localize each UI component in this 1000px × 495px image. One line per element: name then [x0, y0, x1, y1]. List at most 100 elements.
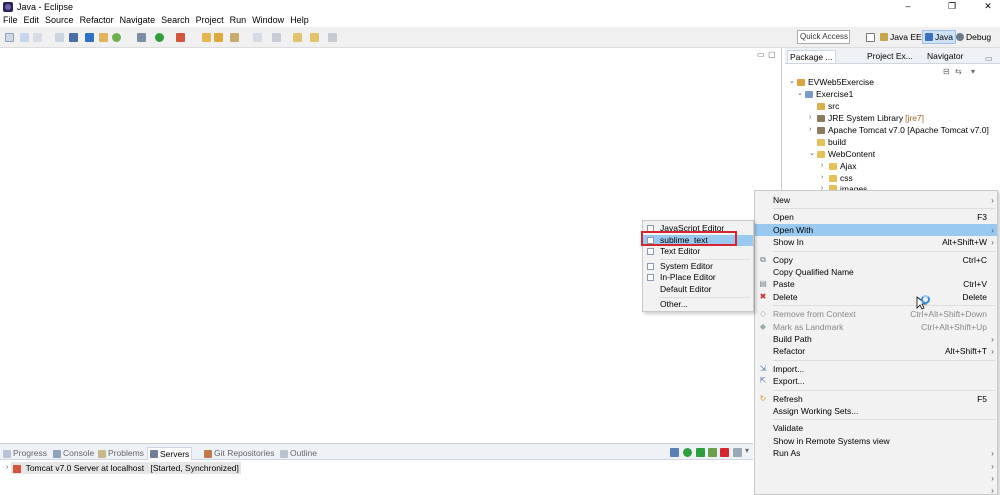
- server-row[interactable]: › Tomcat v7.0 Server at localhost [Start…: [6, 462, 241, 474]
- external-tools-icon[interactable]: [176, 33, 185, 42]
- tab-git-repositories[interactable]: Git Repositories: [204, 447, 274, 460]
- search-tool-icon[interactable]: [230, 33, 239, 42]
- menu-source[interactable]: Source: [45, 15, 74, 25]
- profile-server-icon[interactable]: [696, 448, 705, 457]
- tree-item-jre-library[interactable]: › JRE System Library [jre7]: [809, 112, 924, 124]
- menu-item-refactor[interactable]: Refactor Alt+Shift+T ›: [755, 345, 997, 357]
- print-icon[interactable]: [55, 33, 64, 42]
- menu-item-refresh[interactable]: ↻ Refresh F5: [755, 393, 997, 405]
- tree-item-tomcat-library[interactable]: › Apache Tomcat v7.0 [Apache Tomcat v7.0…: [809, 124, 989, 136]
- open-with-default-editor[interactable]: Default Editor: [643, 284, 753, 295]
- menu-refactor[interactable]: Refactor: [80, 15, 114, 25]
- menu-item-open-with[interactable]: Open With ›: [755, 223, 997, 236]
- menu-item-paste[interactable]: ▤ Paste Ctrl+V: [755, 278, 997, 290]
- tree-item-ajax[interactable]: › Ajax: [821, 160, 857, 172]
- open-type-icon[interactable]: [214, 33, 223, 42]
- progress-icon: [3, 449, 11, 458]
- debug-server-action-icon[interactable]: [670, 448, 679, 457]
- menu-item-copy[interactable]: ⧉ Copy Ctrl+C: [755, 254, 997, 266]
- collapse-all-icon[interactable]: ⊟: [943, 67, 950, 76]
- open-perspective-icon[interactable]: [866, 33, 875, 42]
- run-icon[interactable]: [155, 33, 164, 42]
- menu-item-assign-working-sets[interactable]: Assign Working Sets...: [755, 405, 997, 417]
- debug-server-icon[interactable]: [85, 33, 94, 42]
- menu-bar: File Edit Source Refactor Navigate Searc…: [0, 13, 1000, 27]
- menu-item-export[interactable]: ⇱ Export...: [755, 375, 997, 387]
- terminal-icon[interactable]: [69, 33, 78, 42]
- menu-item-copy-qualified-name[interactable]: Copy Qualified Name: [755, 266, 997, 278]
- open-with-other[interactable]: Other...: [643, 299, 753, 310]
- menu-project[interactable]: Project: [196, 15, 224, 25]
- perspective-debug[interactable]: Debug: [956, 30, 991, 44]
- tab-package-explorer[interactable]: Package ...: [787, 50, 836, 63]
- menu-search[interactable]: Search: [161, 15, 190, 25]
- perspective-java[interactable]: Java: [922, 30, 956, 44]
- quick-access-field[interactable]: Quick Access: [797, 30, 850, 44]
- tree-item-src[interactable]: src: [809, 100, 839, 112]
- bottom-view-menu-icon[interactable]: ▾: [745, 446, 749, 455]
- tree-item-evweb5exercise[interactable]: ⌄ EVWeb5Exercise: [789, 76, 874, 88]
- close-button[interactable]: ✕: [978, 0, 998, 13]
- tab-servers[interactable]: Servers: [147, 447, 193, 460]
- remove-context-icon: ◇: [759, 309, 767, 319]
- start-server-icon[interactable]: [683, 448, 692, 457]
- expand-arrow-icon[interactable]: ›: [6, 462, 8, 474]
- menu-item-mark-as-landmark[interactable]: ◆ Mark as Landmark Ctrl+Alt+Shift+Up: [755, 321, 997, 333]
- new-icon[interactable]: [5, 33, 14, 42]
- tab-problems[interactable]: Problems: [98, 447, 144, 460]
- save-all-icon[interactable]: [33, 33, 42, 42]
- sync-icon[interactable]: [112, 33, 121, 42]
- menu-item-submenu-entry[interactable]: ›: [755, 472, 997, 484]
- menu-item-submenu-entry[interactable]: ›: [755, 460, 997, 472]
- menu-item-submenu-entry[interactable]: ›: [755, 484, 997, 495]
- menu-item-validate[interactable]: Validate: [755, 422, 997, 434]
- open-with-text-editor[interactable]: Text Editor: [643, 246, 753, 257]
- menu-item-show-in-remote-systems-view[interactable]: Show in Remote Systems view: [755, 435, 997, 447]
- menu-item-build-path[interactable]: Build Path ›: [755, 333, 997, 345]
- tree-item-css[interactable]: › css: [821, 172, 853, 184]
- perspective-java-ee[interactable]: Java EE: [880, 30, 922, 44]
- publish-icon[interactable]: [708, 448, 717, 457]
- maximize-button[interactable]: ❐: [942, 0, 962, 13]
- disconnect-icon[interactable]: [733, 448, 742, 457]
- next-annotation-icon[interactable]: [272, 33, 281, 42]
- menu-run[interactable]: Run: [230, 15, 247, 25]
- stop-server-icon[interactable]: [720, 448, 729, 457]
- menu-edit[interactable]: Edit: [24, 15, 40, 25]
- settings-icon[interactable]: [137, 33, 146, 42]
- link-editor-icon[interactable]: ⇆: [955, 67, 962, 76]
- open-with-in-place-editor[interactable]: In-Place Editor: [643, 272, 753, 283]
- tab-navigator[interactable]: Navigator: [925, 50, 965, 63]
- menu-item-import[interactable]: ⇲ Import...: [755, 363, 997, 375]
- tab-project-explorer[interactable]: Project Ex...: [865, 50, 915, 63]
- build-icon[interactable]: [99, 33, 108, 42]
- menu-item-delete[interactable]: ✖ Delete Delete: [755, 291, 997, 303]
- menu-window[interactable]: Window: [252, 15, 284, 25]
- menu-item-open[interactable]: Open F3: [755, 211, 997, 223]
- annotation-icon[interactable]: [253, 33, 262, 42]
- view-menu-icon[interactable]: ▾: [971, 67, 975, 76]
- tree-item-build[interactable]: build: [809, 136, 846, 148]
- open-folder-icon[interactable]: [202, 33, 211, 42]
- menu-item-remove-from-context[interactable]: ◇ Remove from Context Ctrl+Alt+Shift+Down: [755, 308, 997, 320]
- back-icon[interactable]: [293, 33, 302, 42]
- editor-maximize-icon[interactable]: ▢: [768, 50, 776, 59]
- menu-file[interactable]: File: [3, 15, 18, 25]
- menu-item-run-as[interactable]: Run As ›: [755, 447, 997, 459]
- forward-icon[interactable]: [310, 33, 319, 42]
- menu-help[interactable]: Help: [290, 15, 309, 25]
- tab-outline[interactable]: Outline: [280, 447, 317, 460]
- tab-console[interactable]: Console: [53, 447, 94, 460]
- open-with-system-editor[interactable]: System Editor: [643, 261, 753, 272]
- tree-item-webcontent[interactable]: ⌄ WebContent: [809, 148, 875, 160]
- tree-item-exercise1[interactable]: ⌄ Exercise1: [797, 88, 853, 100]
- menu-navigate[interactable]: Navigate: [120, 15, 156, 25]
- editor-minimize-icon[interactable]: ▭: [757, 50, 765, 59]
- explorer-minimize-icon[interactable]: ▭: [985, 54, 993, 63]
- menu-item-new[interactable]: New ›: [755, 194, 997, 206]
- minimize-button[interactable]: –: [898, 0, 918, 13]
- save-icon[interactable]: [20, 33, 29, 42]
- menu-item-show-in[interactable]: Show In Alt+Shift+W ›: [755, 236, 997, 248]
- tab-progress[interactable]: Progress: [3, 447, 47, 460]
- pin-icon[interactable]: [328, 33, 337, 42]
